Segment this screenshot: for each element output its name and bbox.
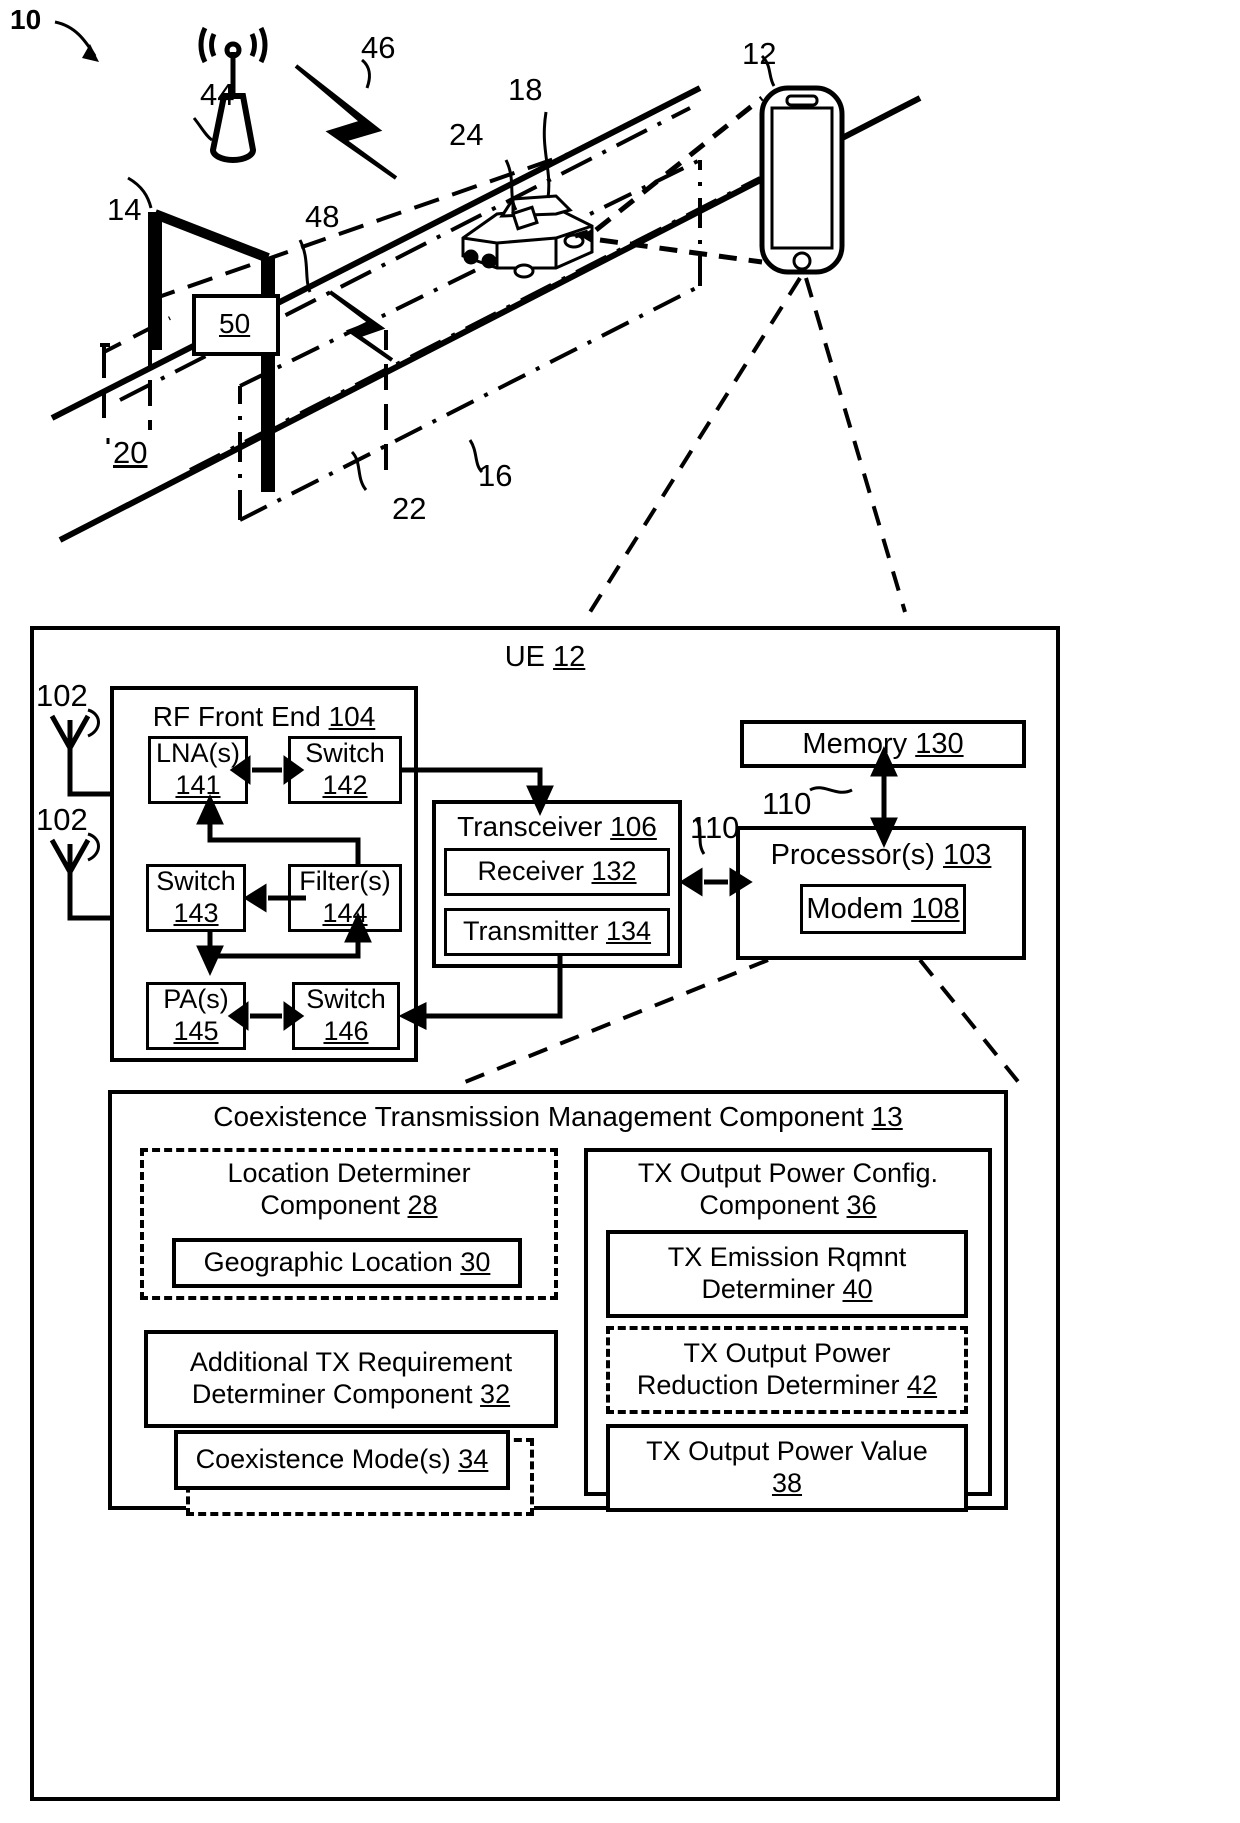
geographic-location-block: Geographic Location 30 xyxy=(172,1238,522,1288)
tx-output-power-config-label: TX Output Power Config. Component 36 xyxy=(637,1158,939,1220)
tx-output-power-value-block: TX Output Power Value 38 xyxy=(606,1424,968,1512)
figure-number: 10 xyxy=(10,4,42,35)
callout-50: 50 xyxy=(219,308,251,339)
scene-illustration xyxy=(50,20,922,614)
callout-16: 16 xyxy=(478,458,513,493)
coexistence-title: Coexistence Transmission Management Comp… xyxy=(213,1101,903,1132)
callout-24: 24 xyxy=(449,117,484,152)
location-determiner-label: Location Determiner Component 28 xyxy=(227,1158,471,1220)
callout-12: 12 xyxy=(742,36,777,71)
tx-emission-rqmnt-determiner-block: TX Emission Rqmnt Determiner 40 xyxy=(606,1230,968,1318)
callout-22: 22 xyxy=(392,491,427,526)
callout-48: 48 xyxy=(305,199,340,234)
callout-14: 14 xyxy=(107,192,142,227)
patent-figure: 10 44 46 48 14 20 22 16 18 24 12 50 UE 1… xyxy=(0,0,1240,1823)
callout-46: 46 xyxy=(361,30,396,65)
callout-20: 20 xyxy=(113,435,148,470)
coexistence-mode-block: Coexistence Mode(s) 34 xyxy=(174,1430,510,1490)
callout-44: 44 xyxy=(200,77,235,112)
tx-output-power-reduction-determiner-block: TX Output Power Reduction Determiner 42 xyxy=(606,1326,968,1414)
additional-tx-requirement-block: Additional TX Requirement Determiner Com… xyxy=(144,1330,558,1428)
callout-18: 18 xyxy=(508,72,543,107)
